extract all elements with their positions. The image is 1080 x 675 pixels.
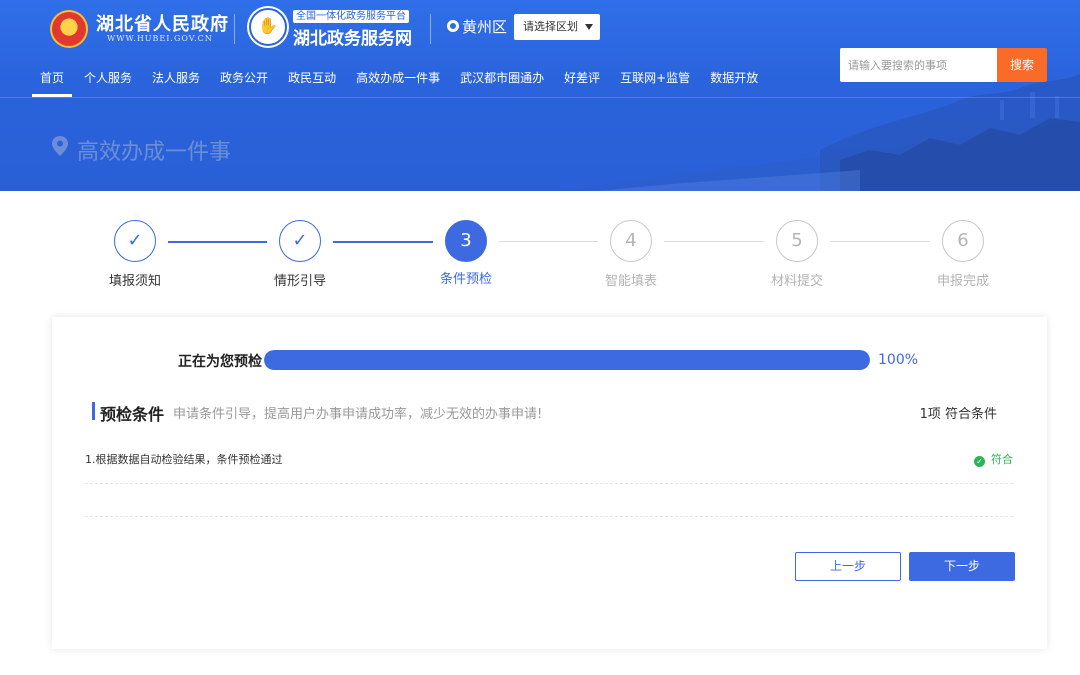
condition-status: ✓ 符合 (974, 451, 1013, 467)
header-divider (430, 14, 431, 44)
condition-status-label: 符合 (991, 453, 1013, 466)
precheck-progress-percent: 100% (878, 352, 919, 368)
precheck-progress-fill (264, 350, 870, 370)
nav-item[interactable]: 法人服务 (152, 70, 200, 98)
step-1-label: 填报须知 (108, 274, 161, 289)
step-1-circle: ✓ (114, 220, 156, 262)
step-connector (333, 241, 433, 243)
section-subtitle: 申请条件引导，提高用户办事申请成功率，减少无效的办事申请! (173, 407, 543, 422)
precheck-label: 正在为您预检 (178, 354, 262, 370)
step-6-label: 申报完成 (936, 274, 989, 289)
main-nav: 首页 个人服务 法人服务 政务公开 政民互动 高效办成一件事 武汉都市圈通办 好差评 互联网+监… (31, 70, 778, 98)
nav-item[interactable]: 首页 (31, 70, 73, 98)
step-connector (664, 241, 764, 242)
search-input[interactable] (840, 48, 997, 82)
search-button[interactable]: 搜索 (997, 48, 1047, 82)
nav-item[interactable]: 武汉都市圈通办 (460, 70, 544, 98)
page-root: 湖北省人民政府 WWW.HUBEI.GOV.CN 全国一体化政务服务平台 湖北政… (0, 0, 1080, 675)
location-marker-icon (52, 136, 68, 156)
nav-item[interactable]: 好差评 (564, 70, 600, 98)
section-title: 预检条件 (100, 405, 165, 424)
nav-item[interactable]: 个人服务 (84, 70, 132, 98)
condition-text: 1.根据数据自动检验结果，条件预检通过 (85, 453, 283, 466)
step-3-circle: 3 (445, 220, 487, 262)
region-select[interactable]: 请选择区划 (514, 14, 600, 40)
row-divider (85, 516, 1013, 517)
next-step-button[interactable]: 下一步 (909, 552, 1015, 581)
service-title[interactable]: 湖北政务服务网 (293, 24, 412, 49)
step-progress: ✓ 填报须知 ✓ 情形引导 3 条件预检 4 智能填表 5 材料提交 6 申报完成 (0, 220, 1080, 300)
step-5-label: 材料提交 (770, 274, 823, 289)
current-region: 黄州区 (462, 18, 508, 36)
gov-url: WWW.HUBEI.GOV.CN (107, 34, 213, 43)
step-5-circle: 5 (776, 220, 818, 262)
nav-item[interactable]: 互联网+监管 (620, 70, 690, 98)
platform-tag: 全国一体化政务服务平台 (293, 10, 409, 23)
service-logo-icon (249, 8, 287, 46)
step-4-circle: 4 (610, 220, 652, 262)
check-circle-icon: ✓ (974, 456, 985, 467)
page-title: 高效办成一件事 (77, 140, 232, 165)
region-select-label: 请选择区划 (523, 20, 578, 33)
step-3-label: 条件预检 (439, 272, 492, 287)
header-banner: 湖北省人民政府 WWW.HUBEI.GOV.CN 全国一体化政务服务平台 湖北政… (0, 0, 1080, 191)
step-2-circle: ✓ (279, 220, 321, 262)
nav-item[interactable]: 政务公开 (220, 70, 268, 98)
header-divider (234, 14, 235, 44)
national-emblem-icon (50, 10, 88, 48)
prev-step-button[interactable]: 上一步 (795, 552, 901, 581)
top-bar: 湖北省人民政府 WWW.HUBEI.GOV.CN 全国一体化政务服务平台 湖北政… (0, 0, 1080, 98)
step-2-label: 情形引导 (273, 274, 326, 289)
step-connector (168, 241, 267, 243)
step-connector (499, 241, 598, 242)
step-4-label: 智能填表 (604, 274, 657, 289)
nav-item[interactable]: 高效办成一件事 (356, 70, 440, 98)
row-divider (85, 483, 1013, 484)
nav-item[interactable]: 数据开放 (710, 70, 758, 98)
step-connector (830, 241, 930, 242)
location-pin-icon (447, 20, 459, 32)
precheck-card: 正在为您预检 100% 预检条件 申请条件引导，提高用户办事申请成功率，减少无效… (52, 317, 1047, 649)
condition-count: 1项 符合条件 (919, 407, 997, 422)
precheck-progress-bar (264, 350, 870, 370)
gov-title[interactable]: 湖北省人民政府 (96, 10, 229, 36)
nav-item[interactable]: 政民互动 (288, 70, 336, 98)
step-6-circle: 6 (942, 220, 984, 262)
section-accent-bar (92, 402, 95, 420)
caret-down-icon (585, 24, 593, 30)
